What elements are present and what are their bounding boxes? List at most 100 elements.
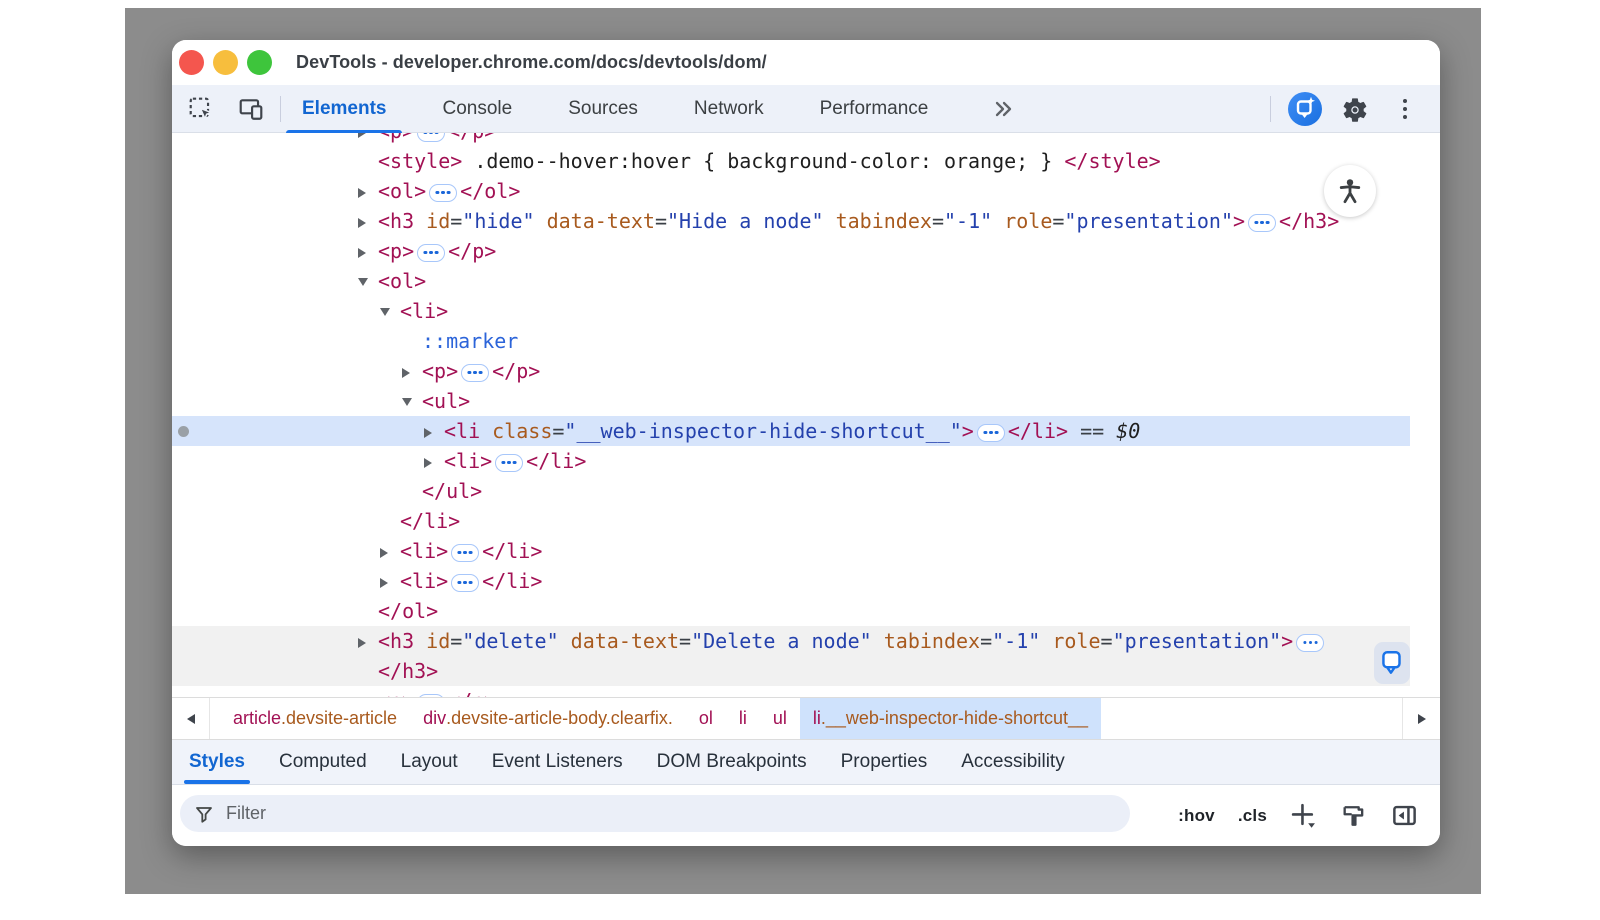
dom-tree-row[interactable]: </ol>	[172, 596, 1410, 626]
font-editor-button[interactable]	[1340, 802, 1368, 830]
breadcrumb-item[interactable]: div.devsite-article-body.clearfix.	[410, 698, 686, 739]
dom-tree-row[interactable]: <p></p>	[172, 133, 1410, 146]
device-toolbar-button[interactable]	[238, 96, 264, 122]
dom-tree-row[interactable]: ::marker	[172, 326, 1410, 356]
dom-tree-row[interactable]: <ol></ol>	[172, 176, 1410, 206]
dom-tree-row[interactable]: <ol>	[172, 266, 1410, 296]
breadcrumb-item[interactable]: ul	[760, 698, 800, 739]
dom-tree-row[interactable]: <p></p>	[172, 236, 1410, 266]
accessibility-fab[interactable]	[1324, 165, 1376, 217]
inline-ellipsis-button[interactable]	[1248, 214, 1276, 232]
tab-accessibility[interactable]: Accessibility	[944, 740, 1081, 784]
dom-token-tag: <p>	[378, 239, 414, 263]
page: DevTools - developer.chrome.com/docs/dev…	[0, 0, 1600, 920]
tab-elements[interactable]: Elements	[300, 85, 388, 133]
minimize-button[interactable]	[213, 50, 238, 75]
tab-properties[interactable]: Properties	[824, 740, 945, 784]
expand-arrow-icon[interactable]	[358, 178, 378, 208]
tab-sources[interactable]: Sources	[566, 85, 640, 133]
expand-arrow-icon[interactable]	[424, 448, 444, 478]
tab-styles[interactable]: Styles	[172, 740, 262, 784]
pseudo-state-button[interactable]: :hov	[1178, 806, 1215, 826]
scroll-into-view-icon	[1379, 648, 1405, 678]
tab-dom-breakpoints[interactable]: DOM Breakpoints	[640, 740, 824, 784]
sidebar-toggle-icon	[1391, 802, 1418, 829]
close-button[interactable]	[179, 50, 204, 75]
inline-ellipsis-button[interactable]	[451, 574, 479, 592]
expand-arrow-icon[interactable]	[380, 568, 400, 598]
dom-token-val: "-1"	[944, 209, 992, 233]
filter-input[interactable]	[224, 802, 1116, 825]
breadcrumb-scroll-right-button[interactable]	[1402, 698, 1440, 739]
devtools-toolbar: Elements Console Sources Network Performance	[172, 85, 1440, 133]
expand-arrow-icon[interactable]	[380, 298, 400, 328]
dom-token-eq: =	[1101, 629, 1113, 653]
tab-computed[interactable]: Computed	[262, 740, 384, 784]
dom-tree-row[interactable]: <style> .demo--hover:hover { background-…	[172, 146, 1410, 176]
dom-token-eq: =	[552, 419, 564, 443]
dom-tree-row[interactable]: <p></p>	[172, 356, 1410, 386]
dom-token-tag: </p>	[492, 359, 540, 383]
class-toggle-button[interactable]: .cls	[1238, 806, 1267, 826]
inline-ellipsis-button[interactable]	[977, 424, 1005, 442]
breadcrumb-item-selected[interactable]: li.__web-inspector-hide-shortcut__	[800, 698, 1101, 739]
breadcrumb-classes: .__web-inspector-hide-shortcut__	[821, 708, 1088, 729]
expand-arrow-icon[interactable]	[358, 628, 378, 658]
expand-arrow-icon[interactable]	[358, 688, 378, 698]
tab-event-listeners[interactable]: Event Listeners	[475, 740, 640, 784]
breadcrumb-tag: ol	[699, 708, 713, 729]
elements-panel: <p></p><style> .demo--hover:hover { back…	[172, 133, 1440, 697]
dom-tree-row[interactable]: <h3 id="delete" data-text="Delete a node…	[172, 626, 1410, 656]
dom-tree-row[interactable]: </li>	[172, 506, 1410, 536]
dom-tree-row[interactable]: <li></li>	[172, 536, 1410, 566]
dom-tree-row[interactable]: <li></li>	[172, 446, 1410, 476]
expand-arrow-icon[interactable]	[402, 388, 422, 418]
more-tabs-button[interactable]	[990, 96, 1016, 122]
dom-tree-row[interactable]: <li></li>	[172, 566, 1410, 596]
inline-ellipsis-button[interactable]	[451, 544, 479, 562]
breadcrumb-item[interactable]: article.devsite-article	[220, 698, 410, 739]
dom-token-tag: </li>	[482, 539, 542, 563]
inline-ellipsis-button[interactable]	[429, 184, 457, 202]
dom-token-val: "Delete a node"	[691, 629, 872, 653]
filter-field[interactable]	[180, 795, 1130, 832]
expand-arrow-icon[interactable]	[358, 268, 378, 298]
dom-tree-row[interactable]: <p></p>	[172, 686, 1410, 697]
chevron-double-right-icon	[991, 97, 1015, 121]
dom-tree-row[interactable]: <li>	[172, 296, 1410, 326]
breadcrumb-item[interactable]: li	[726, 698, 760, 739]
tab-network[interactable]: Network	[692, 85, 766, 133]
dom-tree-row[interactable]: </ul>	[172, 476, 1410, 506]
inline-ellipsis-button[interactable]	[1296, 634, 1324, 652]
dom-token-tag: </li>	[482, 569, 542, 593]
breadcrumb-classes: .devsite-article	[281, 708, 397, 729]
breadcrumb-scroll-left-button[interactable]	[172, 698, 210, 739]
dom-token-eq: ==	[1068, 419, 1116, 443]
inline-ellipsis-button[interactable]	[417, 244, 445, 262]
tab-layout[interactable]: Layout	[384, 740, 475, 784]
settings-button[interactable]	[1340, 95, 1370, 125]
new-style-rule-button[interactable]	[1290, 802, 1317, 829]
toolbar-tabs: Elements Console Sources Network Performance	[300, 85, 930, 133]
tab-console[interactable]: Console	[440, 85, 514, 133]
zoom-button[interactable]	[247, 50, 272, 75]
computed-sidebar-toggle-button[interactable]	[1391, 802, 1418, 829]
expand-arrow-icon[interactable]	[358, 238, 378, 268]
dom-tree-row[interactable]: <li class="__web-inspector-hide-shortcut…	[172, 416, 1410, 446]
dom-tree-row[interactable]: <h3 id="hide" data-text="Hide a node" ta…	[172, 206, 1410, 236]
expand-arrow-icon[interactable]	[424, 418, 444, 448]
inline-ellipsis-button[interactable]	[461, 364, 489, 382]
expand-arrow-icon[interactable]	[402, 358, 422, 388]
dom-tree-row[interactable]: </h3>	[172, 656, 1410, 686]
main-menu-button[interactable]	[1399, 96, 1411, 122]
tab-performance[interactable]: Performance	[818, 85, 931, 133]
expand-arrow-icon[interactable]	[358, 208, 378, 238]
inline-ellipsis-button[interactable]	[495, 454, 523, 472]
breadcrumb-item[interactable]: ol	[686, 698, 726, 739]
scroll-into-view-button[interactable]	[1374, 642, 1410, 684]
inline-ellipsis-button[interactable]	[417, 133, 445, 142]
expand-arrow-icon[interactable]	[380, 538, 400, 568]
dom-tree-row[interactable]: <ul>	[172, 386, 1410, 416]
inspect-button[interactable]	[188, 96, 214, 122]
ai-assistant-button[interactable]	[1287, 91, 1323, 127]
